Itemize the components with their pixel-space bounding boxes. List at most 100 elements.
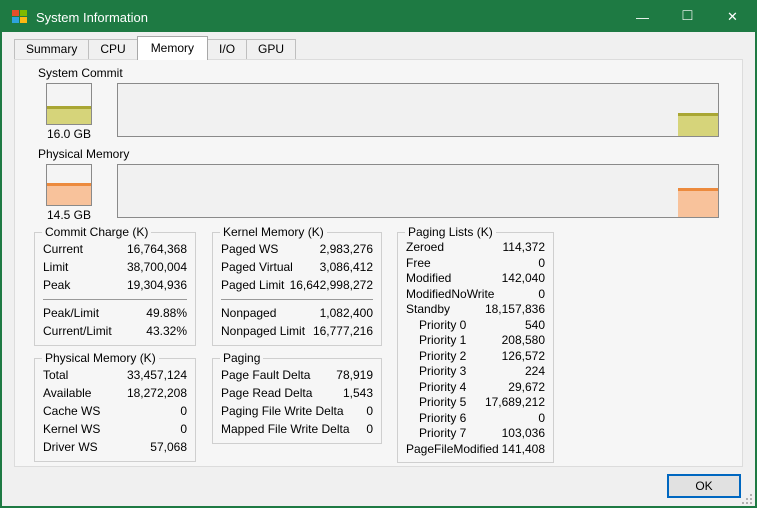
stat-row: Priority 7 103,036 [406, 426, 545, 442]
commit-charge-title: Commit Charge (K) [42, 225, 151, 239]
stat-value: 103,036 [502, 426, 545, 442]
stat-value: 0 [538, 287, 545, 303]
stat-value: 18,272,208 [127, 384, 187, 402]
tab[interactable]: GPU [246, 39, 296, 59]
kernel-memory-rows: Paged WS 2,983,276 Paged Virtual 3,086,4… [221, 240, 373, 340]
paging-rows: Page Fault Delta 78,919 Page Read Delta … [221, 366, 373, 438]
tab[interactable]: Memory [137, 36, 208, 60]
stat-value: 142,040 [502, 271, 545, 287]
stat-value: 17,689,212 [485, 395, 545, 411]
physical-memory-rows: Total 33,457,124 Available 18,272,208 Ca… [43, 366, 187, 456]
system-commit-meter-row: 16.0 GB [34, 83, 719, 141]
physical-memory-graph [117, 164, 719, 218]
stat-label: PageFileModified [406, 442, 499, 458]
stat-value: 78,919 [336, 366, 373, 384]
stat-label: Paged Virtual [221, 258, 293, 276]
stat-value: 141,408 [502, 442, 545, 458]
stat-label: Priority 5 [406, 395, 466, 411]
maximize-icon[interactable]: □ [665, 2, 710, 32]
stat-value: 208,580 [502, 333, 545, 349]
stat-row: Priority 4 29,672 [406, 380, 545, 396]
system-commit-gauge-fill [47, 106, 91, 124]
stat-row: Zeroed 114,372 [406, 240, 545, 256]
stat-value: 29,672 [508, 380, 545, 396]
stat-value: 3,086,412 [320, 258, 373, 276]
tab-label: Memory [151, 41, 194, 55]
tab[interactable]: Summary [14, 39, 89, 59]
system-commit-label: System Commit [38, 66, 742, 80]
stat-label: Peak [43, 276, 70, 294]
stats-columns: Commit Charge (K) Current 16,764,368 Lim… [34, 232, 742, 475]
stat-row: Mapped File Write Delta 0 [221, 420, 373, 438]
window-title: System Information [36, 10, 620, 25]
stat-label: Total [43, 366, 68, 384]
stat-value: 0 [538, 256, 545, 272]
stat-row: ModifiedNoWrite 0 [406, 287, 545, 303]
stat-value: 1,082,400 [320, 304, 373, 322]
stat-label: Kernel WS [43, 420, 100, 438]
tab[interactable]: CPU [88, 39, 137, 59]
stat-row: Standby 18,157,836 [406, 302, 545, 318]
minimize-icon[interactable]: — [620, 2, 665, 32]
stat-row: PageFileModified 141,408 [406, 442, 545, 458]
stat-value: 57,068 [150, 438, 187, 456]
stat-label: Driver WS [43, 438, 98, 456]
system-commit-gauge [46, 83, 92, 125]
stat-value: 16,777,216 [313, 322, 373, 340]
memory-tab-page: System Commit 16.0 GB Physical Memory 14… [14, 59, 743, 467]
physical-memory-label: Physical Memory [38, 147, 742, 161]
system-commit-gauge-value: 16.0 GB [47, 127, 91, 141]
stat-label: Available [43, 384, 91, 402]
stat-row: Page Fault Delta 78,919 [221, 366, 373, 384]
paging-lists-group: Paging Lists (K) Zeroed 114,372 Free 0 [397, 232, 554, 463]
stat-value: 19,304,936 [127, 276, 187, 294]
stat-value: 114,372 [503, 240, 546, 256]
stat-row: Cache WS 0 [43, 402, 187, 420]
stat-label: Priority 1 [406, 333, 466, 349]
stat-row: Current 16,764,368 [43, 240, 187, 258]
tab-label: GPU [258, 42, 284, 56]
physical-memory-gauge-fill [47, 183, 91, 205]
tab-label: I/O [219, 42, 235, 56]
stat-row: Priority 5 17,689,212 [406, 395, 545, 411]
stat-row: Paging File Write Delta 0 [221, 402, 373, 420]
app-icon [12, 10, 28, 24]
stat-label: ModifiedNoWrite [406, 287, 494, 303]
stat-row: Free 0 [406, 256, 545, 272]
stat-label: Priority 4 [406, 380, 466, 396]
title-bar[interactable]: System Information — □ ✕ [2, 2, 755, 32]
stat-row: Priority 1 208,580 [406, 333, 545, 349]
stat-row: Peak/Limit 49.88% [43, 304, 187, 322]
stat-row: Total 33,457,124 [43, 366, 187, 384]
stat-value: 16,642,998,272 [290, 276, 373, 294]
physical-memory-group: Physical Memory (K) Total 33,457,124 Ava… [34, 358, 196, 462]
stat-label: Paged WS [221, 240, 278, 258]
stat-label: Zeroed [406, 240, 444, 256]
system-commit-graph-fill [678, 113, 718, 136]
close-icon[interactable]: ✕ [710, 2, 755, 32]
resize-grip[interactable] [750, 502, 752, 504]
paging-group: Paging Page Fault Delta 78,919 Page Read… [212, 358, 382, 444]
stat-label: Standby [406, 302, 450, 318]
stat-label: Page Read Delta [221, 384, 312, 402]
stat-row: Priority 0 540 [406, 318, 545, 334]
stat-label: Paging File Write Delta [221, 402, 344, 420]
tab[interactable]: I/O [207, 39, 247, 59]
ok-button[interactable]: OK [667, 474, 741, 498]
stat-value: 33,457,124 [127, 366, 187, 384]
stat-label: Cache WS [43, 402, 100, 420]
stat-value: 0 [180, 402, 187, 420]
stat-label: Priority 2 [406, 349, 466, 365]
physical-memory-gauge-value: 14.5 GB [47, 208, 91, 222]
tab-strip: Summary CPU Memory I/O GPU [2, 35, 755, 59]
stat-value: 18,157,836 [485, 302, 545, 318]
stat-row: Nonpaged 1,082,400 [221, 304, 373, 322]
kernel-memory-group: Kernel Memory (K) Paged WS 2,983,276 Pag… [212, 232, 382, 346]
stat-row: Limit 38,700,004 [43, 258, 187, 276]
stat-value: 38,700,004 [127, 258, 187, 276]
stat-row: Priority 3 224 [406, 364, 545, 380]
system-commit-graph [117, 83, 719, 137]
physical-memory-title: Physical Memory (K) [42, 351, 159, 365]
stat-value: 0 [366, 420, 373, 438]
stat-row: Nonpaged Limit 16,777,216 [221, 322, 373, 340]
